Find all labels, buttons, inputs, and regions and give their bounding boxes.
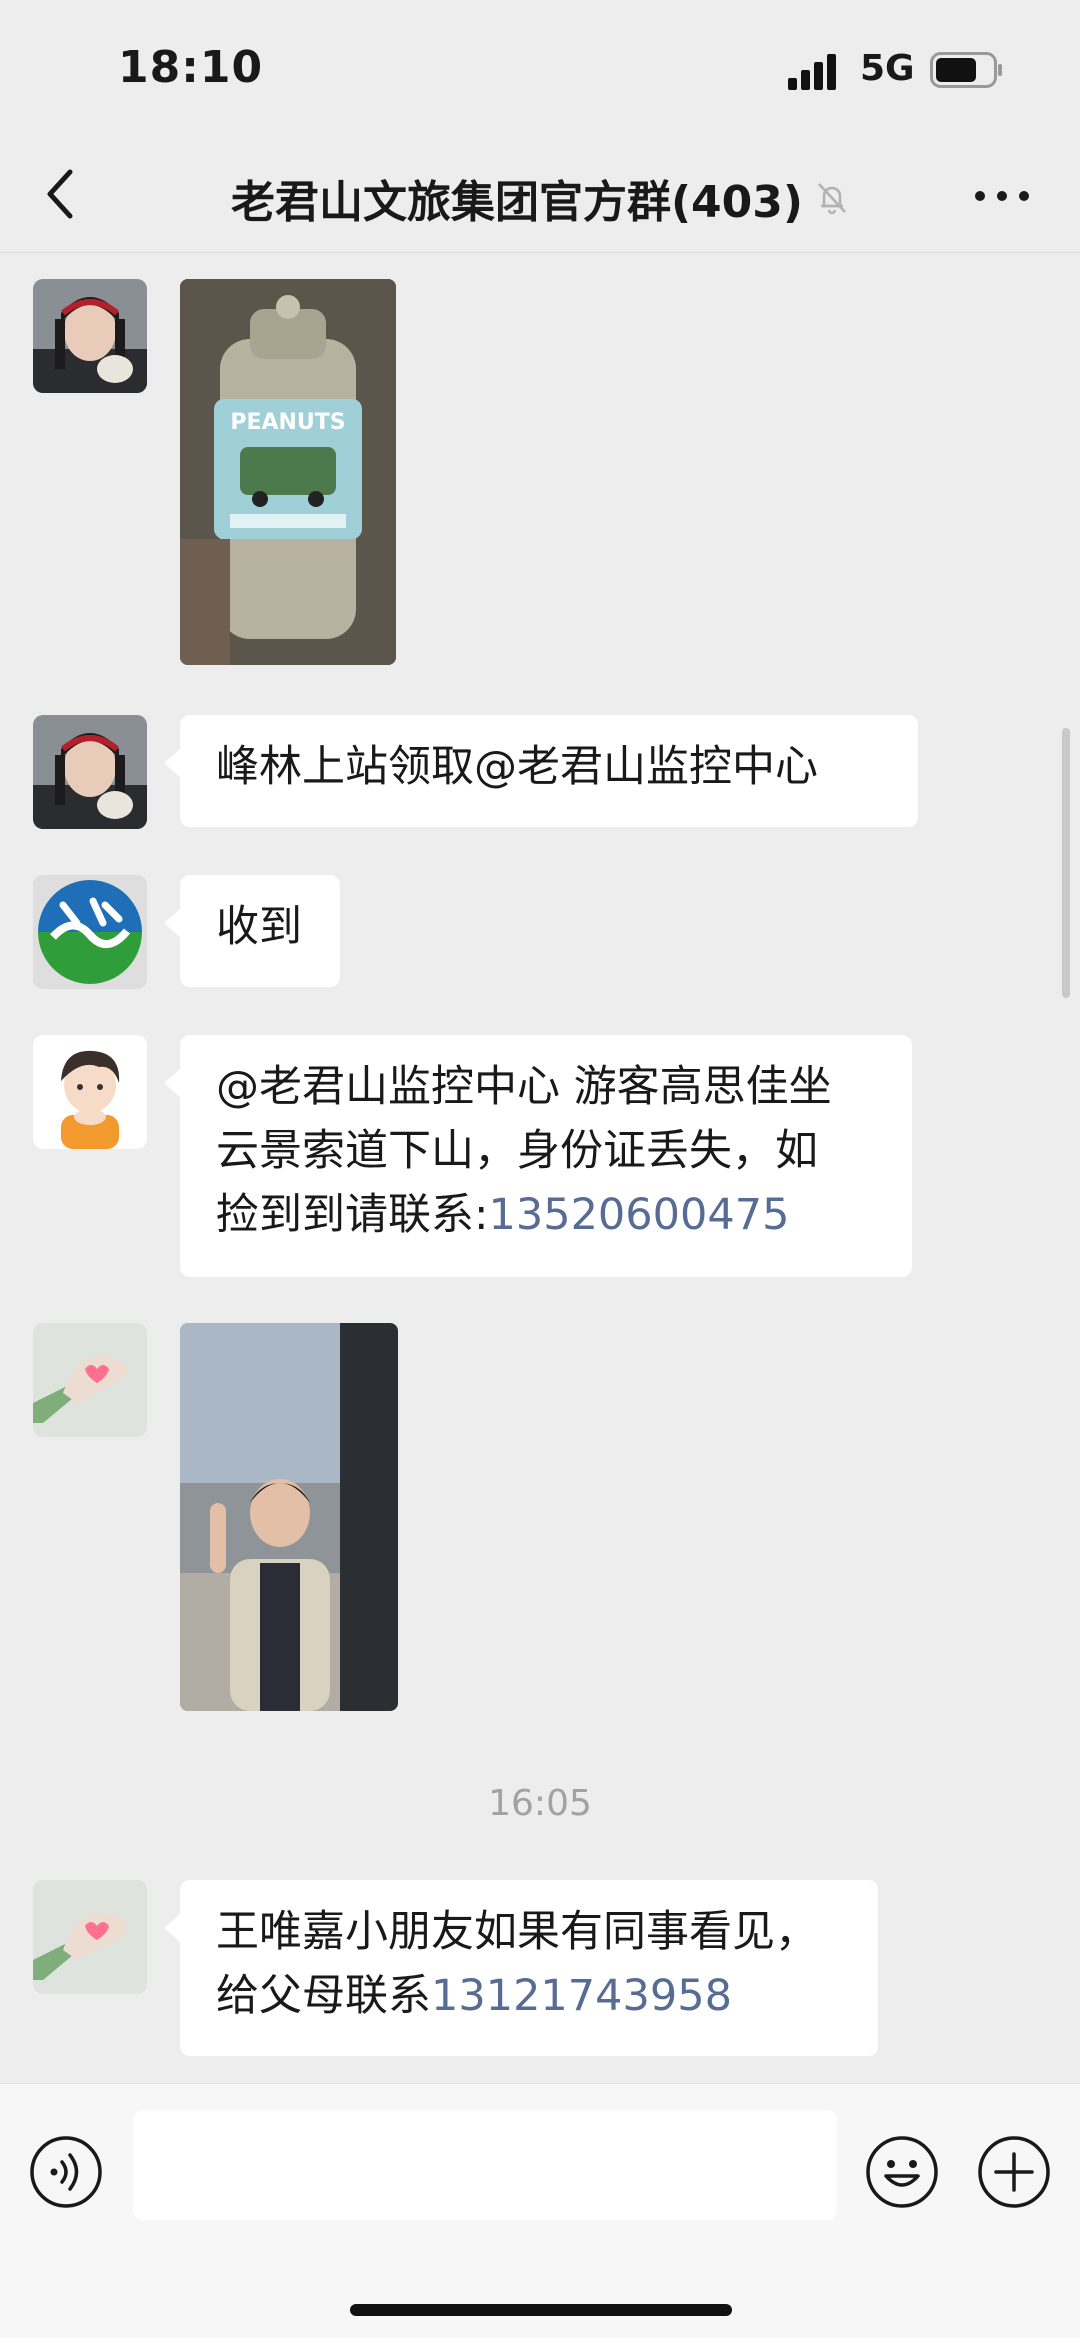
text-message[interactable]: @老君山监控中心 游客高思佳坐 云景索道下山，身份证丢失，如 捡到到请联系:13…	[164, 1035, 912, 1277]
svg-text:PEANUTS: PEANUTS	[230, 410, 345, 435]
avatar[interactable]	[33, 875, 147, 989]
plus-icon[interactable]	[976, 2134, 1052, 2210]
network-type: 5G	[860, 48, 915, 89]
message-line: 捡到到请联系:13520600475	[216, 1183, 876, 1247]
avatar[interactable]	[33, 1323, 147, 1437]
home-indicator	[350, 2304, 732, 2316]
message-line: @老君山监控中心 游客高思佳坐	[216, 1062, 832, 1112]
voice-icon[interactable]	[28, 2134, 104, 2210]
avatar[interactable]	[33, 1880, 147, 1994]
message-line: 云景索道下山，身份证丢失，如	[216, 1126, 818, 1176]
avatar[interactable]	[33, 715, 147, 829]
input-bar	[0, 2083, 1080, 2338]
nav-bar: 老君山文旅集团官方群(403)	[0, 140, 1080, 253]
message-text: 峰林上站领取@老君山监控中心	[216, 742, 818, 792]
chat-title: 老君山文旅集团官方群(403)	[0, 166, 1080, 230]
timestamp: 16:05	[488, 1783, 592, 1824]
blue-green-logo-avatar	[33, 875, 147, 989]
status-time: 18:10	[118, 42, 264, 93]
child-photo	[180, 1323, 398, 1711]
hand-heart-avatar	[33, 1323, 147, 1437]
group-name: 老君山文旅集团官方群(403)	[230, 177, 804, 228]
battery-icon	[930, 52, 1002, 88]
water-bottle-photo: PEANUTS	[180, 279, 396, 665]
avatar[interactable]	[33, 1035, 147, 1149]
message-input[interactable]	[133, 2110, 837, 2220]
image-message[interactable]	[180, 1323, 398, 1711]
text-message[interactable]: 峰林上站领取@老君山监控中心	[164, 715, 918, 827]
message-line-text: 给父母联系	[216, 1971, 431, 2021]
mute-bell-icon	[818, 183, 846, 215]
signal-icon	[788, 54, 836, 90]
phone-link[interactable]: 13520600475	[489, 1190, 790, 1240]
message-line: 王唯嘉小朋友如果有同事看见，	[216, 1907, 818, 1957]
more-options-icon[interactable]	[970, 176, 1034, 216]
text-message[interactable]: 王唯嘉小朋友如果有同事看见， 给父母联系13121743958	[164, 1880, 878, 2056]
woman-red-headband-avatar	[33, 715, 147, 829]
cartoon-boy-avatar	[33, 1035, 147, 1149]
image-message[interactable]: PEANUTS	[180, 279, 396, 665]
status-bar: 18:10 5G	[0, 0, 1080, 140]
phone-link[interactable]: 13121743958	[431, 1971, 732, 2021]
avatar[interactable]	[33, 279, 147, 393]
message-text: 收到	[216, 902, 302, 952]
woman-red-headband-avatar	[33, 279, 147, 393]
emoji-icon[interactable]	[864, 2134, 940, 2210]
chat-messages[interactable]: PEANUTS 峰林上站领取@老君山监控中心 收到 @老君山监控中心 游客高思佳…	[0, 253, 1080, 2083]
scrollbar[interactable]	[1062, 728, 1070, 998]
hand-heart-avatar	[33, 1880, 147, 1994]
message-line-text: 捡到到请联系:	[216, 1190, 489, 1240]
text-message[interactable]: 收到	[164, 875, 340, 987]
message-line: 给父母联系13121743958	[216, 1964, 842, 2028]
